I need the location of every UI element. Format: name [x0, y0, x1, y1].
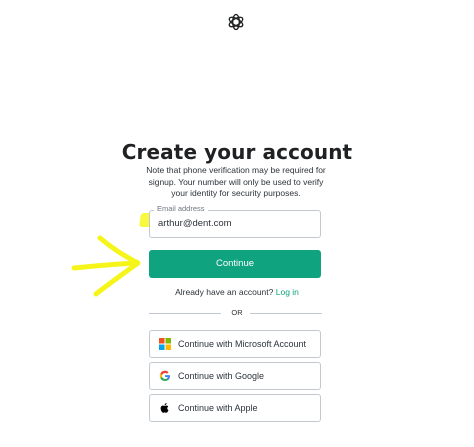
email-field-label: Email address: [154, 204, 208, 213]
yellow-arrow-annotation: [71, 235, 141, 297]
page-title: Create your account: [121, 140, 353, 164]
continue-button[interactable]: Continue: [149, 250, 321, 278]
login-link[interactable]: Log in: [276, 287, 299, 297]
apple-signin-label: Continue with Apple: [178, 403, 258, 413]
email-field-value[interactable]: arthur@dent.com: [158, 218, 232, 229]
divider-or-text: OR: [231, 308, 243, 317]
apple-signin-button[interactable]: Continue with Apple: [149, 394, 321, 422]
google-signin-button[interactable]: Continue with Google: [149, 362, 321, 390]
login-prompt-text: Already have an account?: [175, 287, 274, 297]
google-icon: [159, 370, 170, 382]
microsoft-icon: [159, 338, 171, 350]
google-signin-label: Continue with Google: [178, 371, 265, 381]
microsoft-signin-label: Continue with Microsoft Account: [178, 339, 307, 349]
divider-line-right: [250, 313, 322, 314]
openai-logo-icon: [228, 13, 244, 31]
signup-subtitle: Note that phone verification may be requ…: [146, 165, 326, 198]
apple-icon: [160, 403, 169, 413]
microsoft-signin-button[interactable]: Continue with Microsoft Account: [149, 330, 321, 358]
